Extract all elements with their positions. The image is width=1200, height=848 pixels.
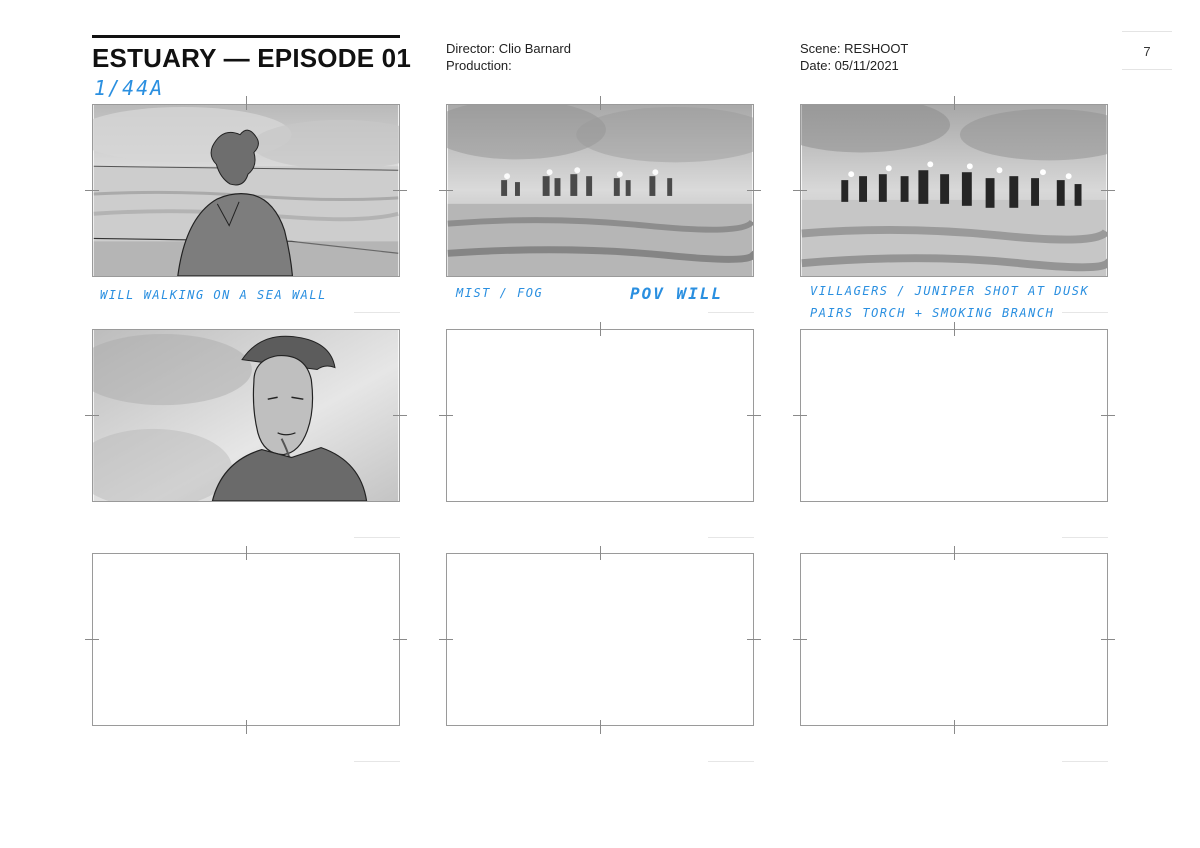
tick-mark [747,190,761,191]
tick-mark [600,720,601,734]
tick-mark [246,720,247,734]
tick-mark [793,190,807,191]
storyboard-panel-5[interactable] [446,329,754,502]
tick-mark [600,546,601,560]
page-number-top-rule [1122,31,1172,32]
faint-rule [1062,761,1108,762]
tick-mark [793,415,807,416]
scene-info: Scene: RESHOOT Date: 05/11/2021 [800,40,908,74]
storyboard-panel-8[interactable] [446,553,754,726]
tick-mark [439,415,453,416]
faint-rule [1062,312,1108,313]
faint-rule [1062,537,1108,538]
tick-mark [1101,190,1115,191]
title-rule [92,35,400,38]
production-label: Production: [446,58,512,73]
storyboard-panel-2[interactable] [446,104,754,277]
sketch-will-close-up [93,330,399,501]
tick-mark [1101,415,1115,416]
date-label: Date: 05/11/2021 [800,58,899,73]
tick-mark [1101,639,1115,640]
panel-1-note: WILL WALKING ON A SEA WALL [100,288,327,302]
tick-mark [793,639,807,640]
storyboard-panel-7[interactable] [92,553,400,726]
sketch-villagers-with-torches [801,105,1107,276]
tick-mark [393,415,407,416]
panel-2-note-pov: POV WILL [630,284,724,303]
tick-mark [600,322,601,336]
tick-mark [246,96,247,110]
shot-code: 1/44A [94,76,165,100]
tick-mark [954,322,955,336]
faint-rule [708,312,754,313]
faint-rule [354,761,400,762]
tick-mark [954,720,955,734]
page-number: 7 [1143,44,1151,59]
tick-mark [393,639,407,640]
tick-mark [747,415,761,416]
page-number-bottom-rule [1122,69,1172,70]
storyboard-panel-6[interactable] [800,329,1108,502]
tick-mark [85,639,99,640]
faint-rule [708,537,754,538]
sketch-mist-fog-figures [447,105,753,276]
director-label: Director: Clio Barnard [446,41,571,56]
tick-mark [246,546,247,560]
tick-mark [954,96,955,110]
scene-label: Scene: RESHOOT [800,41,909,56]
panel-3-note-2: PAIRS TORCH + SMOKING BRANCH [810,306,1055,320]
tick-mark [439,639,453,640]
tick-mark [954,546,955,560]
storyboard-panel-9[interactable] [800,553,1108,726]
tick-mark [85,190,99,191]
tick-mark [393,190,407,191]
storyboard-panel-3[interactable] [800,104,1108,277]
tick-mark [85,415,99,416]
tick-mark [600,96,601,110]
storyboard-panel-1[interactable] [92,104,400,277]
tick-mark [747,639,761,640]
storyboard-panel-4[interactable] [92,329,400,502]
production-info: Director: Clio Barnard Production: [446,40,571,74]
panel-2-note: MIST / FOG [456,286,544,300]
tick-mark [439,190,453,191]
panel-3-note-1: VILLAGERS / JUNIPER SHOT AT DUSK [810,284,1090,298]
faint-rule [708,761,754,762]
faint-rule [354,312,400,313]
page-title: ESTUARY — EPISODE 01 [92,43,411,73]
faint-rule [354,537,400,538]
sketch-will-on-sea-wall [93,105,399,276]
